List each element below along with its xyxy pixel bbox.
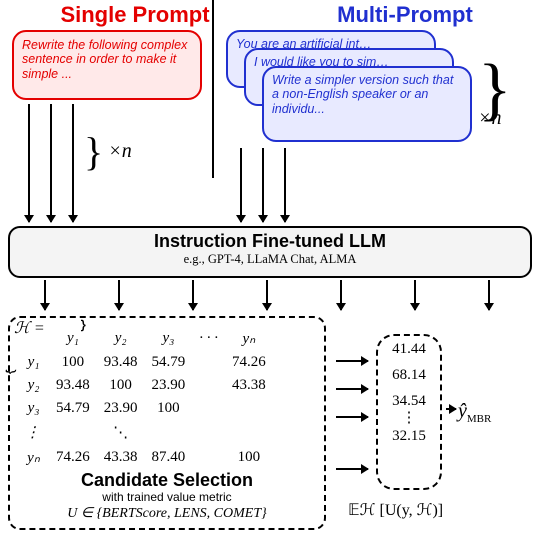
cell: 93.48 <box>49 374 97 397</box>
cell: 100 <box>97 374 145 397</box>
cell: 23.90 <box>145 374 193 397</box>
brace-left-icon: ⏟ <box>6 352 17 373</box>
multi-prompt-bubble-3: Write a simpler version such that a non-… <box>262 66 472 142</box>
arrow-down-icon <box>266 280 268 310</box>
row-dots: ⋮ <box>18 420 49 445</box>
multi-prompt-text-3: Write a simpler version such that a non-… <box>272 73 453 116</box>
row-y2: y₂ <box>18 374 49 397</box>
candidate-selection-title: Candidate Selection <box>18 470 316 491</box>
col-y1: y₁ <box>67 330 79 346</box>
brace-over-icon: ⏞ <box>61 320 84 332</box>
cell: 100 <box>49 351 97 374</box>
result-column: 41.44 68.14 34.54 ⋮ 32.15 <box>376 334 442 490</box>
cell <box>225 397 273 420</box>
single-prompt-text: Rewrite the following complex sentence i… <box>22 38 187 81</box>
H-eq: ℋ = <box>14 320 45 337</box>
result-v1: 41.44 <box>378 336 440 362</box>
cell: 100 <box>225 445 273 470</box>
single-prompt-bubble: Rewrite the following complex sentence i… <box>12 30 202 100</box>
arrow-down-icon <box>340 280 342 310</box>
expectation-label: 𝔼ℋ [U(y, ℋ)] <box>348 500 443 520</box>
llm-title: Instruction Fine-tuned LLM <box>10 231 530 252</box>
arrow-down-icon <box>50 104 52 222</box>
arrow-down-icon <box>284 148 286 222</box>
multi-prompt-title: Multi-Prompt <box>270 2 540 28</box>
arrow-right-icon <box>336 416 368 418</box>
cell: 23.90 <box>97 397 145 420</box>
cell: 74.26 <box>225 351 273 374</box>
arrow-down-icon <box>262 148 264 222</box>
cell: 100 <box>145 397 193 420</box>
result-dots: ⋮ <box>378 414 440 423</box>
llm-box: Instruction Fine-tuned LLM e.g., GPT-4, … <box>8 226 532 278</box>
brace-icon: } <box>478 72 512 107</box>
brace-icon: } <box>84 142 103 162</box>
single-xn-brace: } ×n <box>84 140 132 163</box>
arrow-down-icon <box>488 280 490 310</box>
arrow-right-icon <box>336 360 368 362</box>
cell: 43.38 <box>97 445 145 470</box>
llm-subtitle: e.g., GPT-4, LLaMA Chat, ALMA <box>10 252 530 267</box>
col-dots: · · · <box>192 326 225 351</box>
xn-label-single: ×n <box>108 140 132 162</box>
single-prompt-title: Single Prompt <box>0 2 270 28</box>
candidate-selection-sub: with trained value metric <box>18 490 316 504</box>
arrow-right-icon <box>446 408 456 410</box>
utility-matrix: ⏞ y₁ y₂ y₃ · · · yₙ ⏟ y₁ 100 93.48 54.79… <box>18 326 273 470</box>
arrow-down-icon <box>28 104 30 222</box>
xn-label-multi: ×n <box>478 107 502 129</box>
cell: 87.40 <box>145 445 193 470</box>
hypothesis-set-label: ℋ = <box>14 318 45 338</box>
candidate-selection-metrics: U ∈ {BERTScore, LENS, COMET} <box>18 505 316 522</box>
y-mbr-sub: MBR <box>467 413 491 425</box>
multi-xn-brace: } ×n <box>478 72 540 130</box>
col-yn: yₙ <box>225 326 273 351</box>
arrow-down-icon <box>72 104 74 222</box>
cell: 74.26 <box>49 445 97 470</box>
cell: 54.79 <box>145 351 193 374</box>
candidate-selection-box: ⏞ y₁ y₂ y₃ · · · yₙ ⏟ y₁ 100 93.48 54.79… <box>8 316 326 530</box>
row-y3: y₃ <box>18 397 49 420</box>
cell: 54.79 <box>49 397 97 420</box>
cell: 43.38 <box>225 374 273 397</box>
cell: 93.48 <box>97 351 145 374</box>
arrow-down-icon <box>192 280 194 310</box>
col-y3: y₃ <box>145 326 193 351</box>
arrow-down-icon <box>240 148 242 222</box>
row-yn: yₙ <box>18 445 49 470</box>
result-v2: 68.14 <box>378 362 440 388</box>
arrow-down-icon <box>414 280 416 310</box>
row-y1: y₁ <box>28 354 40 370</box>
arrow-down-icon <box>118 280 120 310</box>
result-vn: 32.15 <box>378 423 440 449</box>
arrow-right-icon <box>336 468 368 470</box>
arrow-down-icon <box>44 280 46 310</box>
col-y2: y₂ <box>97 326 145 351</box>
y-mbr-label: ŷMBR <box>458 400 491 425</box>
header: Single Prompt Multi-Prompt <box>0 2 540 28</box>
multi-prompt-stack: You are an artificial int… I would like … <box>226 30 456 140</box>
cell-ddots: ⋱ <box>49 420 192 445</box>
arrow-right-icon <box>336 388 368 390</box>
y-hat: ŷ <box>458 400 467 422</box>
